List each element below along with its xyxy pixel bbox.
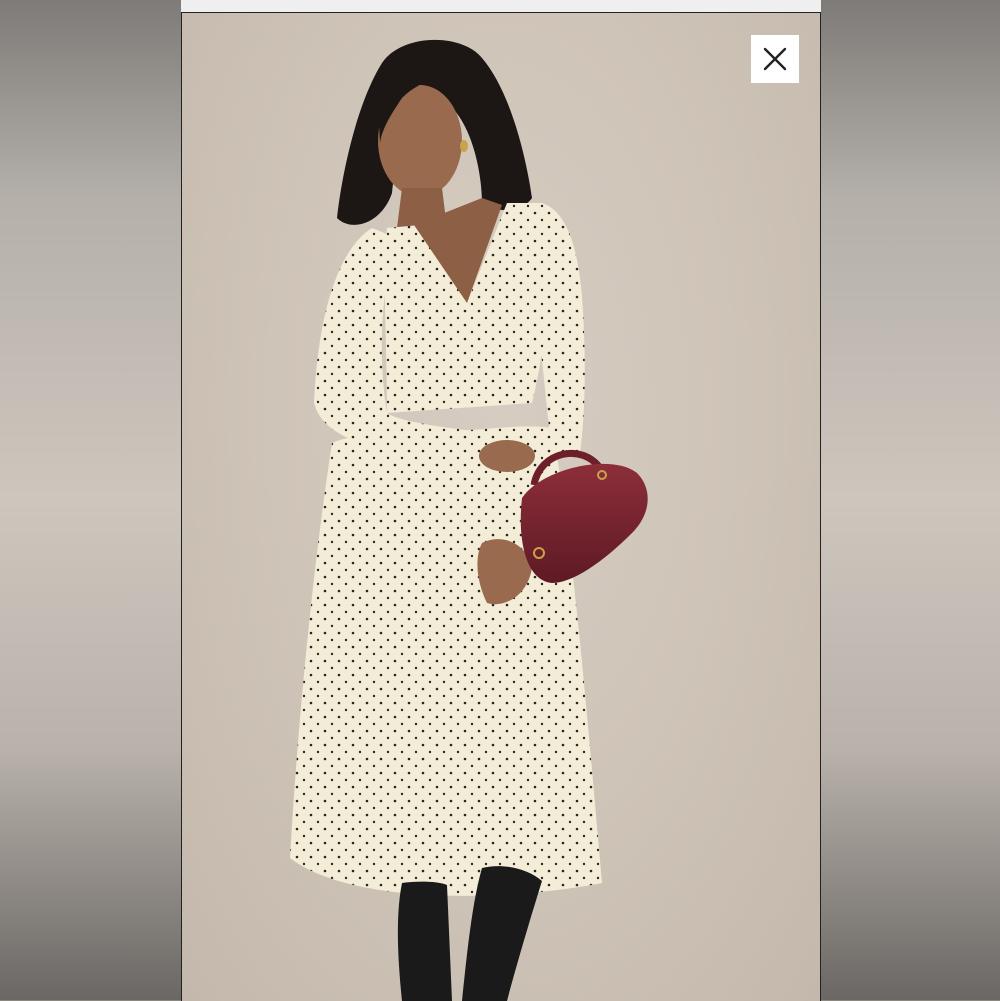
- backdrop-blur-right: [820, 0, 1000, 1000]
- hand-upper: [479, 440, 535, 472]
- product-photo: [290, 39, 648, 1001]
- backdrop-blur-left: [0, 0, 181, 1000]
- top-strip: [181, 0, 821, 12]
- close-button[interactable]: [751, 35, 799, 83]
- handbag: [520, 463, 648, 583]
- image-viewer: [181, 12, 821, 1001]
- boot-left: [397, 881, 452, 1001]
- close-icon: [763, 47, 787, 71]
